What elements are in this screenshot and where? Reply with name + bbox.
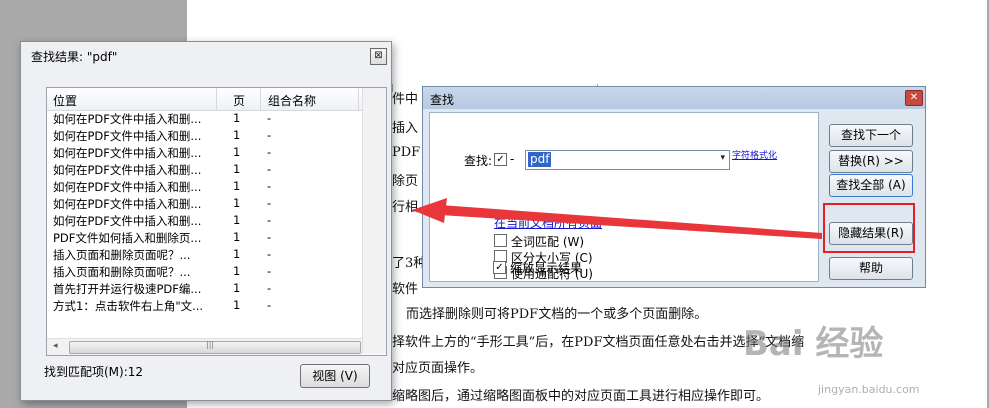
watermark: Bai 经验 xyxy=(743,324,884,364)
arrow-head xyxy=(412,198,447,223)
watermark-url: jingyan.baidu.com xyxy=(818,383,920,396)
arrow-shaft xyxy=(440,205,822,239)
